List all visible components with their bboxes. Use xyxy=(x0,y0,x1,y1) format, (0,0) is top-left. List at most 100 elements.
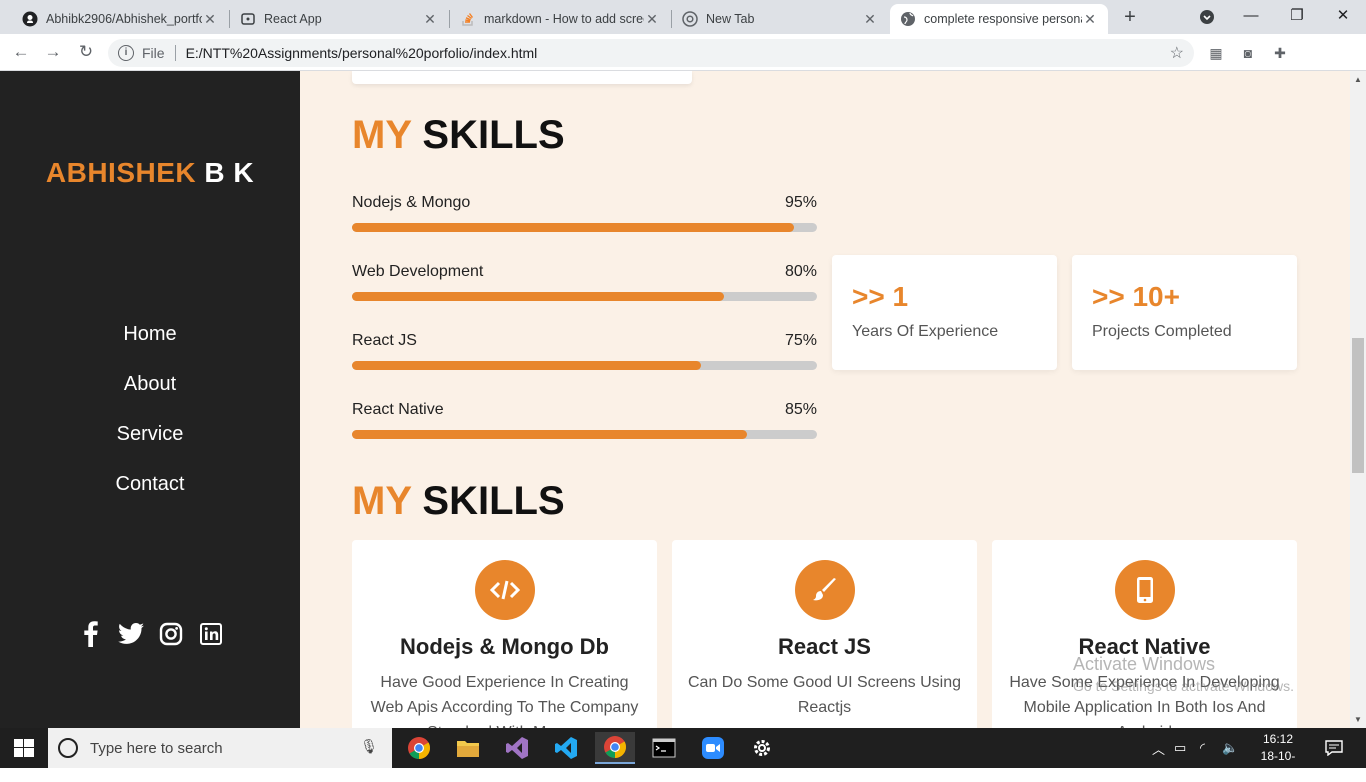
url-text[interactable]: E:/NTT%20Assignments/personal%20porfolio… xyxy=(186,45,538,61)
page-scrollbar[interactable]: ▲ ▼ xyxy=(1350,71,1366,728)
service-desc: Have Good Experience In Creating Web Api… xyxy=(370,674,639,728)
instagram-icon[interactable] xyxy=(158,621,184,647)
service-card-react-native: React Native Have Some Experience In Dev… xyxy=(992,540,1297,728)
windows-start-icon[interactable] xyxy=(14,739,34,762)
omnibox[interactable]: i File E:/NTT%20Assignments/personal%20p… xyxy=(108,39,1194,67)
github-icon xyxy=(22,11,38,27)
volume-icon[interactable]: 🔈 xyxy=(1222,728,1238,768)
star-icon[interactable]: ☆ xyxy=(1170,43,1184,63)
mobile-icon xyxy=(1114,560,1175,620)
react-icon xyxy=(240,11,256,27)
facebook-icon[interactable] xyxy=(78,621,104,647)
search-icon xyxy=(58,738,78,758)
close-icon[interactable]: ✕ xyxy=(422,11,438,28)
back-button[interactable]: ← xyxy=(10,42,32,64)
stat-label: Projects Completed xyxy=(1092,323,1232,340)
skill-fill xyxy=(352,223,794,232)
tab-stackoverflow[interactable]: markdown - How to add screenshots ✕ xyxy=(450,4,670,34)
main-content: MY SKILLS Nodejs & Mongo 95% Web Developm… xyxy=(300,71,1350,728)
info-icon[interactable]: i xyxy=(118,45,134,61)
nav-service[interactable]: Service xyxy=(0,420,300,470)
site-logo[interactable]: ABHISHEK B K xyxy=(0,157,300,189)
battery-icon[interactable]: ▭ xyxy=(1174,728,1186,768)
skill-fill xyxy=(352,430,748,439)
chevron-up-icon[interactable]: ︿ xyxy=(1152,728,1165,768)
tab-react-app[interactable]: React App ✕ xyxy=(230,4,448,34)
linkedin-icon[interactable] xyxy=(198,621,224,647)
minimize-button[interactable]: — xyxy=(1228,0,1274,34)
taskbar-search-box[interactable]: Type here to search 🎙 xyxy=(48,728,392,768)
close-window-button[interactable]: ✕ xyxy=(1320,0,1366,34)
close-icon[interactable]: ✕ xyxy=(644,11,660,28)
stat-number: >> 10+ xyxy=(1092,281,1180,312)
tab-title: markdown - How to add screenshots xyxy=(484,12,644,26)
sidebar-menu: Home About Service Contact xyxy=(0,320,300,520)
vscode-icon[interactable] xyxy=(546,732,586,764)
close-icon[interactable]: ✕ xyxy=(862,11,878,28)
activate-windows-watermark: Activate Windows Go to Settings to activ… xyxy=(1073,653,1294,697)
extension-icon[interactable]: ▦ xyxy=(1206,43,1226,63)
scrollbar-thumb[interactable] xyxy=(1352,338,1364,473)
terminal-icon[interactable] xyxy=(644,732,684,764)
close-icon[interactable]: ✕ xyxy=(1082,11,1098,28)
forward-button[interactable]: → xyxy=(42,42,64,64)
nav-contact[interactable]: Contact xyxy=(0,470,300,520)
tab-portfolio-active[interactable]: complete responsive personal portfolio ✕ xyxy=(890,4,1108,34)
twitter-icon[interactable] xyxy=(118,621,144,647)
skill-track xyxy=(352,223,817,232)
tab-github[interactable]: Abhibk2906/Abhishek_portfolio ✕ xyxy=(12,4,228,34)
reload-button[interactable]: ↻ xyxy=(75,42,97,64)
wifi-icon[interactable]: ◜ xyxy=(1200,728,1205,768)
heading-accent: MY xyxy=(352,113,412,157)
clock-time: 16:12 xyxy=(1262,732,1294,746)
stat-card-projects: >> 10+ Projects Completed xyxy=(1072,255,1297,370)
chrome-active-taskbar-icon[interactable] xyxy=(595,732,635,764)
sidebar: ABHISHEK B K Home About Service Contact xyxy=(0,71,300,728)
skill-percent: 75% xyxy=(784,332,817,349)
tab-title: complete responsive personal portfolio xyxy=(924,12,1082,26)
nav-home[interactable]: Home xyxy=(0,320,300,370)
puzzle-icon[interactable]: ✚ xyxy=(1270,43,1290,63)
chrome-icon xyxy=(682,11,698,27)
zoom-icon[interactable] xyxy=(693,732,733,764)
restore-button[interactable]: ❐ xyxy=(1274,0,1320,34)
code-icon xyxy=(474,560,535,620)
windows-taskbar: Type here to search 🎙 ︿ ▭ ◜ 🔈 16:12 18-1… xyxy=(0,728,1366,780)
service-card-nodejs: Nodejs & Mongo Db Have Good Experience I… xyxy=(352,540,657,728)
stat-card-experience: >> 1 Years Of Experience xyxy=(832,255,1057,370)
nav-about[interactable]: About xyxy=(0,370,300,420)
browser-tab-strip: Abhibk2906/Abhishek_portfolio ✕ React Ap… xyxy=(0,0,1366,34)
search-placeholder: Type here to search xyxy=(90,739,223,757)
skill-percent: 80% xyxy=(784,263,817,280)
new-tab-button[interactable]: + xyxy=(1118,6,1142,30)
microphone-icon[interactable]: 🎙 xyxy=(360,738,378,755)
visual-studio-icon[interactable] xyxy=(497,732,537,764)
skill-fill xyxy=(352,292,724,301)
settings-gear-icon[interactable] xyxy=(742,732,782,764)
previous-section-card xyxy=(352,71,692,84)
skill-track xyxy=(352,430,817,439)
scroll-up-icon[interactable]: ▲ xyxy=(1354,75,1362,84)
service-desc: Can Do Some Good UI Screens Using Reactj… xyxy=(688,674,962,716)
chrome-taskbar-icon[interactable] xyxy=(399,732,439,764)
globe-icon xyxy=(900,11,916,27)
tab-title: Abhibk2906/Abhishek_portfolio xyxy=(46,12,202,26)
social-links xyxy=(78,621,224,647)
skill-bar: Web Development 80% xyxy=(352,263,817,301)
service-title: React JS xyxy=(778,634,871,659)
skill-bar: Nodejs & Mongo 95% xyxy=(352,194,817,232)
close-icon[interactable]: ✕ xyxy=(202,11,218,28)
camera-icon[interactable]: ◙ xyxy=(1238,43,1258,63)
tab-new-tab[interactable]: New Tab ✕ xyxy=(672,4,888,34)
logo-accent: ABHISHEK xyxy=(45,157,197,188)
tab-search-button[interactable] xyxy=(1184,0,1230,34)
brush-icon xyxy=(794,560,855,620)
skill-bar: React Native 85% xyxy=(352,401,817,439)
file-explorer-icon[interactable] xyxy=(448,732,488,764)
skill-track xyxy=(352,292,817,301)
taskbar-clock[interactable]: 16:12 18-10-2021 xyxy=(1250,731,1306,782)
watermark-title: Activate Windows xyxy=(1073,654,1216,674)
scroll-down-icon[interactable]: ▼ xyxy=(1354,715,1362,724)
skill-track xyxy=(352,361,817,370)
notification-icon[interactable] xyxy=(1325,728,1343,768)
